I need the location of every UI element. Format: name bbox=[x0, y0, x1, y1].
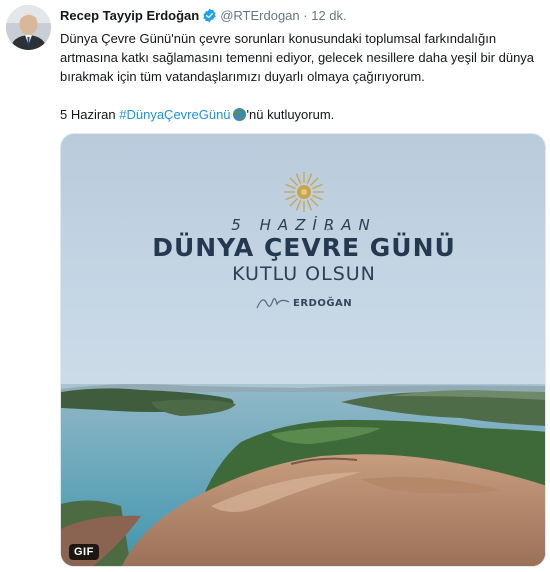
tweet: Recep Tayyip Erdoğan @RTErdogan · 12 dk. … bbox=[0, 0, 550, 572]
header-separator: · bbox=[303, 8, 308, 23]
paragraph-2-prefix: 5 Haziran bbox=[60, 107, 120, 122]
signature-scribble-icon bbox=[256, 298, 290, 309]
media-gif[interactable]: 5 HAZİRAN DÜNYA ÇEVRE GÜNÜ KUTLU OLSUN E… bbox=[60, 133, 546, 567]
verified-badge-icon bbox=[202, 8, 217, 23]
tweet-paragraph-2: 5 Haziran #DünyaÇevreGünü 'nü kutluyorum. bbox=[60, 105, 538, 124]
avatar-image bbox=[6, 5, 51, 50]
banner-subtitle: KUTLU OLSUN bbox=[232, 263, 376, 285]
presidential-seal-icon bbox=[284, 172, 324, 212]
author-handle[interactable]: @RTErdogan bbox=[220, 8, 299, 23]
author-name[interactable]: Recep Tayyip Erdoğan bbox=[60, 8, 199, 23]
hashtag-link[interactable]: #DünyaÇevreGünü bbox=[119, 107, 230, 122]
tweet-header: Recep Tayyip Erdoğan @RTErdogan · 12 dk. bbox=[60, 8, 347, 24]
landscape-scene bbox=[61, 134, 545, 566]
avatar[interactable] bbox=[6, 5, 51, 50]
banner-title: DÜNYA ÇEVRE GÜNÜ bbox=[152, 233, 456, 262]
earth-globe-emoji-icon bbox=[232, 107, 247, 122]
tweet-text: Dünya Çevre Günü'nün çevre sorunları kon… bbox=[60, 29, 538, 124]
gif-badge: GIF bbox=[69, 544, 99, 560]
paragraph-2-suffix: 'nü kutluyorum. bbox=[246, 107, 335, 122]
tweet-paragraph-1: Dünya Çevre Günü'nün çevre sorunları kon… bbox=[60, 31, 535, 84]
banner-date: 5 HAZİRAN bbox=[231, 216, 377, 234]
tweet-timestamp[interactable]: 12 dk. bbox=[311, 8, 346, 23]
banner-signature: ERDOĞAN bbox=[293, 298, 353, 309]
